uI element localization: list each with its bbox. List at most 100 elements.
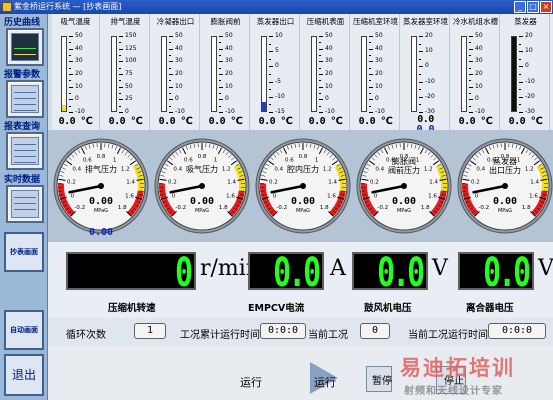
thermometer-minor-tick (319, 80, 321, 82)
thermometer-minor-tick (69, 67, 71, 69)
sidebar-item-alarm[interactable] (6, 80, 44, 118)
thermometer-tick-label: 5 (275, 47, 279, 55)
pressure-gauge: -0.2 0 0.2 0.4 0.6 0.8 1 1.2 1.4 1.6 1.8 膨胀阀 阀前压力 0.0… (355, 134, 453, 234)
thermometer-tick-label: 40 (175, 44, 183, 52)
gauge-value: 0.00 (291, 196, 315, 207)
thermometer-tick-label: 20 (375, 70, 383, 77)
thermometer-tick (69, 99, 73, 101)
thermometer-minor-tick (219, 80, 221, 82)
gauge-title-line2: 阀前压力 (388, 165, 420, 175)
thermometer-tube (311, 36, 317, 112)
thermometer-tick-label: 40 (475, 44, 483, 52)
run-button-2[interactable]: 运行 (314, 374, 336, 390)
thermometer-tick-label: 20 (325, 70, 333, 77)
pressure-gauge-panel: -0.2 0 0.2 0.4 0.6 0.8 1 1.2 1.4 1.6 1.8 排气压力 0.00 MP… (48, 130, 553, 242)
current-time-field: 0:0:0 (488, 323, 546, 339)
gauge-scale-label: 1.6 (327, 193, 336, 199)
thermometer-minor-tick (219, 93, 221, 94)
thermometer-tick-label: 30 (475, 57, 483, 65)
sidebar-item-realtime[interactable] (6, 185, 44, 223)
thermometer-value-number: 0.0 (108, 116, 126, 127)
thermometer: 吸气温度 50 40 30 20 10 0 -10 0.0 ℃ (52, 14, 100, 130)
sidebar-item-auto[interactable]: 自动画面 (4, 310, 44, 350)
window-title: 紫金桥运行系统 — [抄表画面] (14, 2, 122, 11)
thermometer-tick-label: -10 (375, 108, 385, 115)
thermometer-scale: 50 40 30 20 10 0 -10 (219, 33, 245, 115)
thermometer-minor-tick (519, 104, 521, 106)
thermometer-minor-tick (119, 105, 121, 107)
run-button-1[interactable]: 运行 (240, 374, 262, 390)
gauge-value: 0.00 (190, 196, 214, 207)
thermometer-tube (61, 36, 67, 112)
pressure-gauge-svg: -0.200.20.40.60.811.21.41.61.8蒸发器出口压力0.0… (457, 138, 553, 234)
thermometer-tick-label: 30 (375, 57, 383, 65)
thermometer-tick-label: -10 (475, 108, 485, 115)
gauge-title: 排气压力 (85, 164, 117, 174)
thermometer-tick-label: 10 (425, 47, 433, 55)
gauge-scale-label: 1.2 (323, 166, 332, 172)
thermometer-minor-tick (319, 93, 321, 94)
thermometer-tick-label: 50 (125, 82, 133, 90)
pressure-gauge: -0.2 0 0.2 0.4 0.6 0.8 1 1.2 1.4 1.6 1.8 蒸发器 出口压力 0.0… (456, 134, 553, 234)
thermometer-scale: 10 5 0 -5 -10 -15 (269, 33, 295, 115)
thermometer-scale: 50 40 30 20 10 0 -10 (169, 33, 195, 115)
thermometer-scale: 50 40 30 20 10 0 -10 (469, 33, 495, 115)
minimize-button[interactable]: _ (514, 1, 526, 13)
thermometer-tick-label: 20 (475, 70, 483, 77)
gauge-scale-label: 0.8 (299, 154, 308, 160)
thermometer-tick (519, 81, 523, 83)
compressor-speed-label: 压缩机转速 (108, 303, 156, 314)
thermometer-unit: ℃ (180, 116, 193, 127)
thermometer-label: 膨胀阀前 (210, 17, 241, 26)
gauge-value: 0.00 (89, 196, 113, 207)
sidebar-item-meter-reading[interactable]: 抄表画面 (4, 232, 44, 272)
thermometer-minor-tick (269, 74, 271, 75)
thermometer-tick (369, 112, 373, 113)
empcv-current-value: 0.0 (272, 250, 321, 296)
thermometer-minor-tick (469, 80, 471, 82)
gauge-scale-label: 0 (374, 193, 378, 199)
thermometer-tick (319, 36, 323, 37)
gauge-hub (199, 183, 205, 189)
thermometer: 冷凝器出口 50 40 30 20 10 0 -10 0.0 ℃ (152, 14, 200, 130)
exit-button[interactable]: 退出 (4, 354, 44, 396)
gauge-scale-label: -0.2 (175, 205, 186, 211)
thermometer-tube (411, 36, 417, 112)
gauge-scale-label: 1 (416, 157, 420, 163)
current-condition-label: 当前工况 (308, 330, 348, 341)
sidebar-item-report[interactable] (6, 132, 44, 170)
thermometer-tick (369, 36, 373, 37)
clutch-voltage-value: 0.0 (482, 250, 531, 296)
thermometer-minor-tick (519, 74, 521, 75)
sidebar-item-history[interactable] (6, 28, 44, 66)
thermometer-tick (219, 99, 223, 101)
thermometer-tick (169, 61, 173, 63)
thermometer-tick (219, 61, 223, 63)
thermometer-tick (69, 86, 73, 88)
pause-button[interactable]: 暂停 (372, 372, 392, 387)
thermometer-minor-tick (419, 89, 421, 91)
thermometer-tick (369, 86, 373, 88)
thermometer-tick (169, 99, 173, 101)
thermometer-tick (119, 112, 123, 113)
gauge-scale-label: 0.4 (173, 166, 182, 172)
thermometer-minor-tick (69, 55, 71, 56)
maximize-button[interactable]: □ (527, 1, 539, 13)
gauge-scale-label: 1.2 (121, 166, 130, 172)
thermometer-value: 0.0 ℃ (202, 116, 249, 127)
thermometer-tick (469, 99, 473, 101)
thermometer-tick (469, 86, 473, 88)
close-button[interactable]: × (540, 1, 552, 13)
thermometer-label: 压缩机室环境 (353, 17, 398, 26)
thermometer-tick-label: -20 (425, 92, 435, 100)
thermometer-minor-tick (169, 105, 171, 107)
cycle-count-field[interactable]: 1 (134, 323, 166, 339)
thermometer-tick (219, 112, 223, 113)
thermometer-value-number: 0.0 (158, 116, 176, 127)
thermometer-minor-tick (219, 55, 221, 56)
thermometer-scale: 20 10 0 -10 -20 -30 (519, 33, 545, 115)
empcv-current-unit: A (330, 256, 346, 281)
thermometer-tick (469, 36, 473, 37)
thermometer-value: 0.0 ℃ (352, 116, 399, 127)
sidebar-item-report-label: 报表查询 (4, 122, 41, 132)
